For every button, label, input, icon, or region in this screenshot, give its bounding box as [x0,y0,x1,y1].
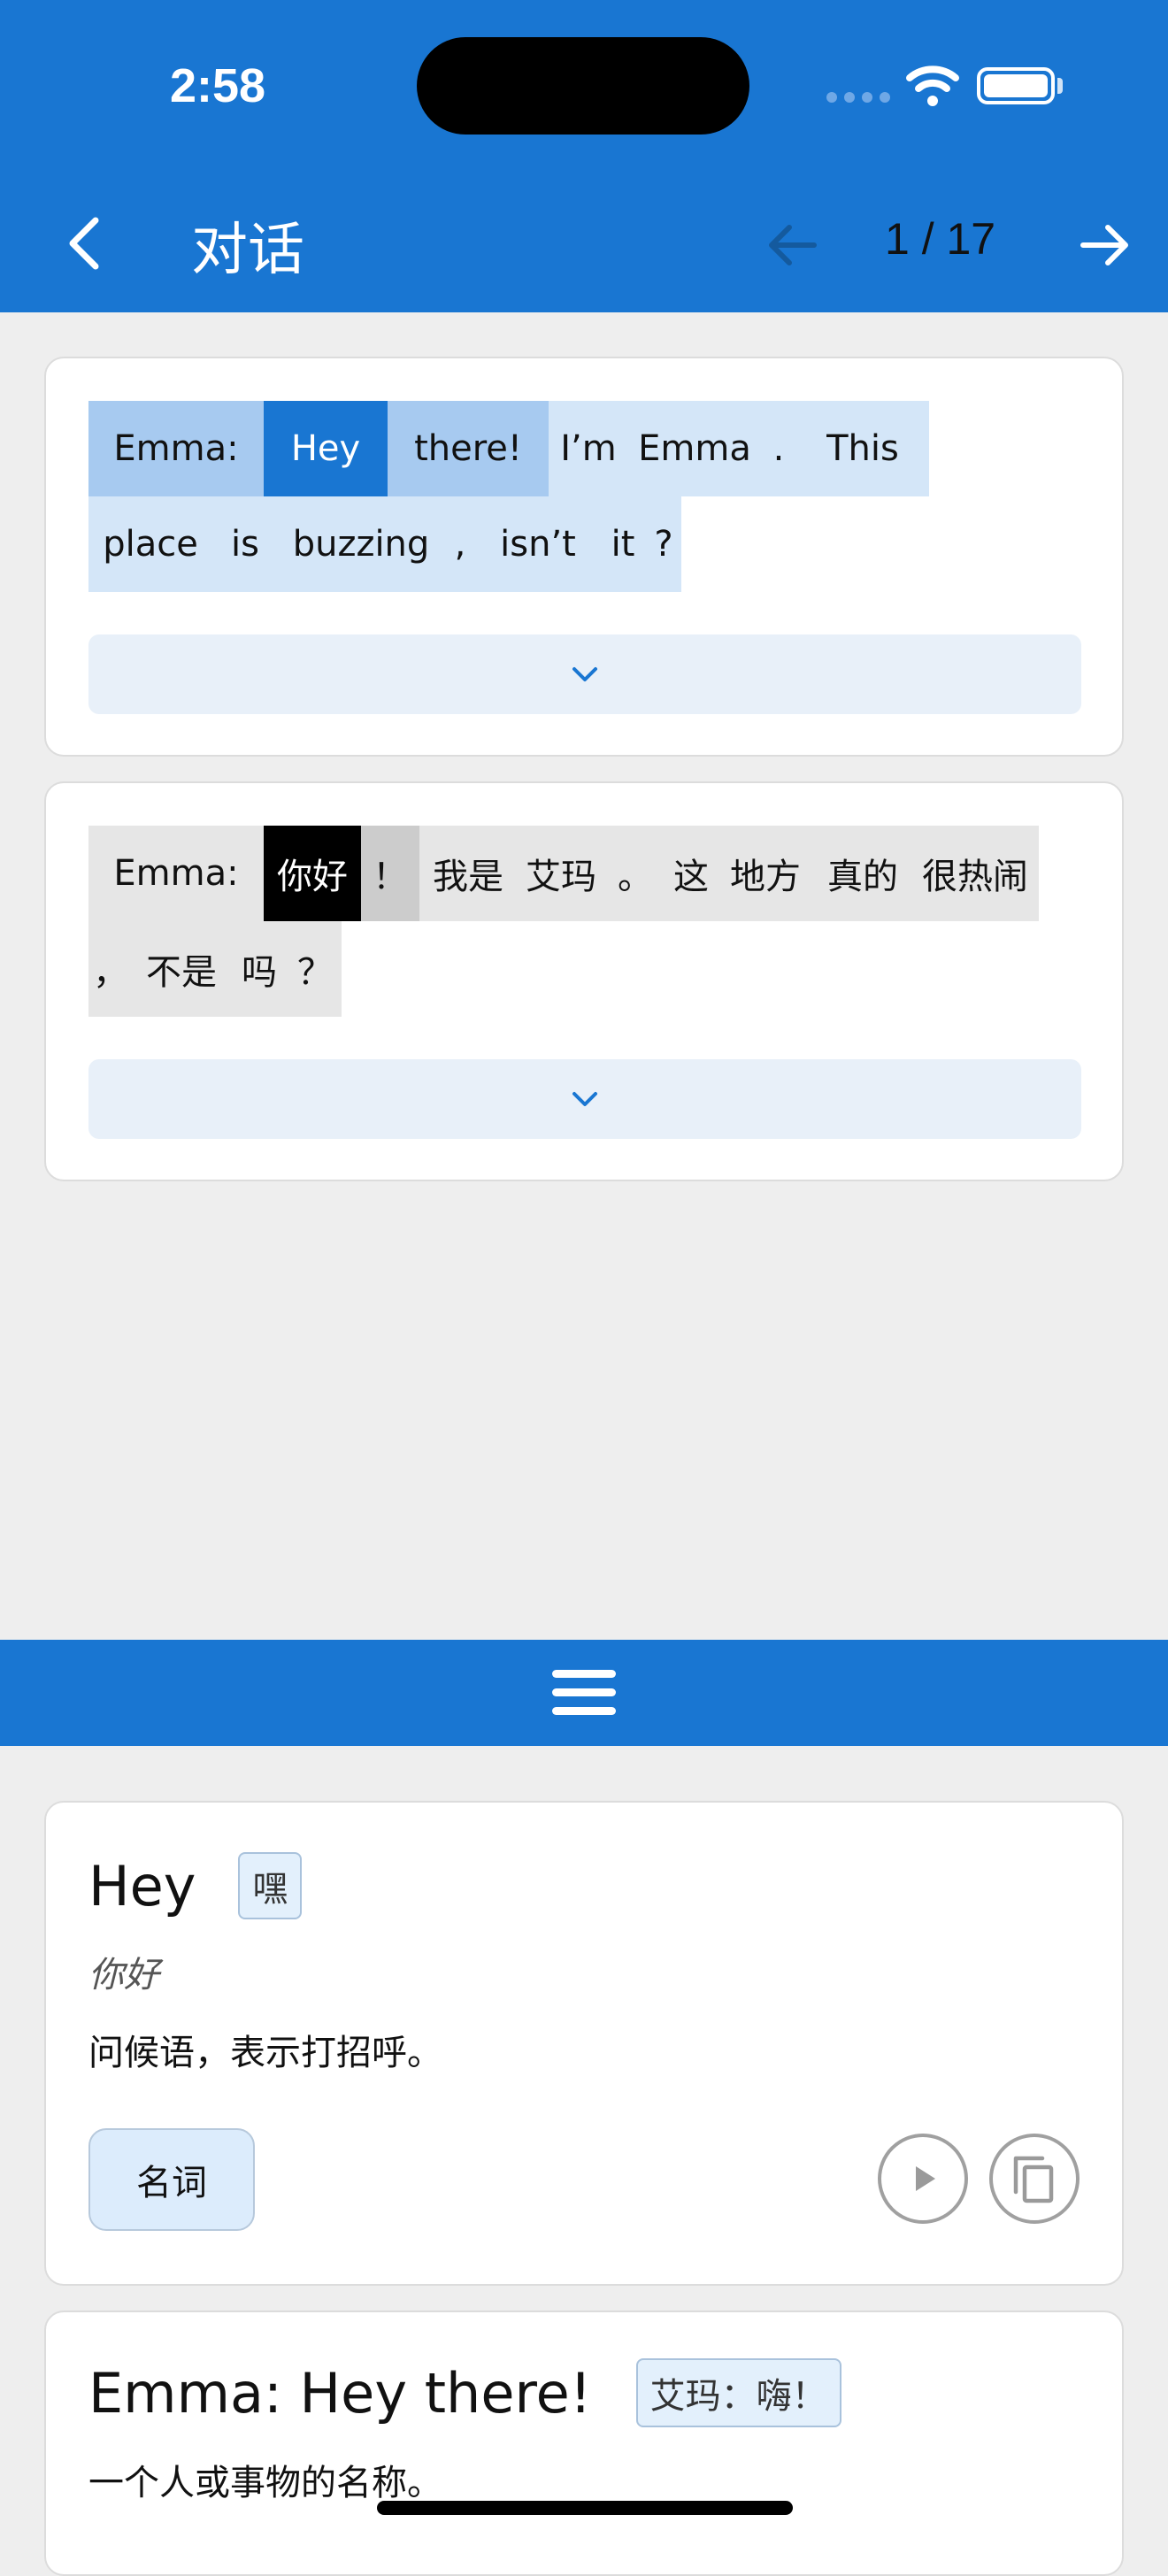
token[interactable]: Hey [264,401,388,496]
token[interactable]: buzzing [278,496,444,592]
token-line: Emma: 你好 ！ 我是 艾玛 。 这 地方 真的 很热闹 [88,826,1039,921]
token[interactable]: 地方 [717,826,814,921]
token-line: ， 不是 吗 ？ [88,921,1039,1017]
token[interactable]: 吗 [230,921,288,1017]
token[interactable]: there! [388,401,549,496]
token[interactable]: it [600,496,646,592]
chinese-token-lines: Emma: 你好 ！ 我是 艾玛 。 这 地方 真的 很热闹 ， 不是 吗 ？ [88,826,1039,1017]
arrow-left-icon[interactable] [757,210,828,281]
token[interactable]: ， [88,921,133,1017]
token[interactable]: Emma: [88,826,264,921]
sentence-translation-badge: 艾玛：嗨！ [635,2358,841,2427]
cellular-signal-icon [826,92,890,103]
token[interactable]: , [444,496,476,592]
battery-tip [1057,78,1063,94]
token-line: Emma: Hey there! I’m Emma . This [88,401,929,496]
sentence-card-chinese: Emma: 你好 ！ 我是 艾玛 。 这 地方 真的 很热闹 ， 不是 吗 ？ [44,781,1124,1181]
sentence-header: Emma: Hey there! 艾玛：嗨！ [88,2358,841,2427]
wifi-icon [906,65,959,106]
token[interactable]: 艾玛 [517,826,605,921]
token[interactable]: is [212,496,278,592]
english-token-lines: Emma: Hey there! I’m Emma . This place i… [88,401,929,592]
sentence-definition: 一个人或事物的名称。 [88,2463,442,2503]
chevron-left-icon[interactable] [51,208,122,279]
part-of-speech-chip[interactable]: 名词 [88,2128,255,2231]
copy-button[interactable] [989,2134,1080,2224]
token[interactable]: place [88,496,212,592]
dynamic-island [417,37,749,135]
token[interactable]: 你好 [264,826,361,921]
arrow-right-icon[interactable] [1069,210,1140,281]
hamburger-menu-icon[interactable] [552,1666,616,1719]
panel-menu-bar[interactable] [0,1640,1168,1746]
token[interactable]: ！ [361,826,419,921]
token[interactable]: . [761,401,796,496]
status-time: 2:58 [170,59,266,112]
app-bar: 对话 1 / 17 [0,173,1168,312]
battery-icon [977,67,1055,104]
word-header: Hey 嘿 [88,1852,303,1919]
sentence-text: Emma: Hey there! [88,2360,592,2426]
token[interactable]: Emma: [88,401,264,496]
word-translation: 你好 [88,1955,159,1995]
token[interactable]: 。 [605,826,665,921]
token[interactable]: ? [646,496,681,592]
token[interactable]: 这 [665,826,717,921]
chevron-down-icon [572,667,597,681]
token[interactable]: ？ [288,921,342,1017]
token[interactable]: 很热闹 [911,826,1039,921]
copy-icon [1013,2156,1054,2203]
token[interactable]: I’m [549,401,628,496]
expand-button[interactable] [88,634,1081,714]
chevron-down-icon [572,1092,597,1106]
token[interactable]: This [796,401,929,496]
page-title: 对话 [191,218,304,283]
sentence-detail-card: Emma: Hey there! 艾玛：嗨！ 一个人或事物的名称。 [44,2311,1124,2576]
home-indicator[interactable] [377,2501,793,2515]
word-badge: 嘿 [238,1852,303,1919]
token[interactable]: isn’t [476,496,600,592]
word-definition: 问候语，表示打招呼。 [88,2033,442,2073]
word-detail-card: Hey 嘿 你好 问候语，表示打招呼。 名词 [44,1801,1124,2286]
sentence-card-english: Emma: Hey there! I’m Emma . This place i… [44,357,1124,757]
word-term: Hey [88,1853,196,1919]
page-counter: 1 / 17 [885,214,996,264]
token[interactable]: 真的 [814,826,911,921]
play-icon [916,2166,935,2191]
token[interactable]: Emma [628,401,761,496]
token[interactable]: 我是 [419,826,517,921]
token[interactable]: 不是 [133,921,230,1017]
expand-button[interactable] [88,1059,1081,1139]
status-bar: 2:58 [0,0,1168,173]
play-button[interactable] [878,2134,968,2224]
token-line: place is buzzing , isn’t it ? [88,496,929,592]
